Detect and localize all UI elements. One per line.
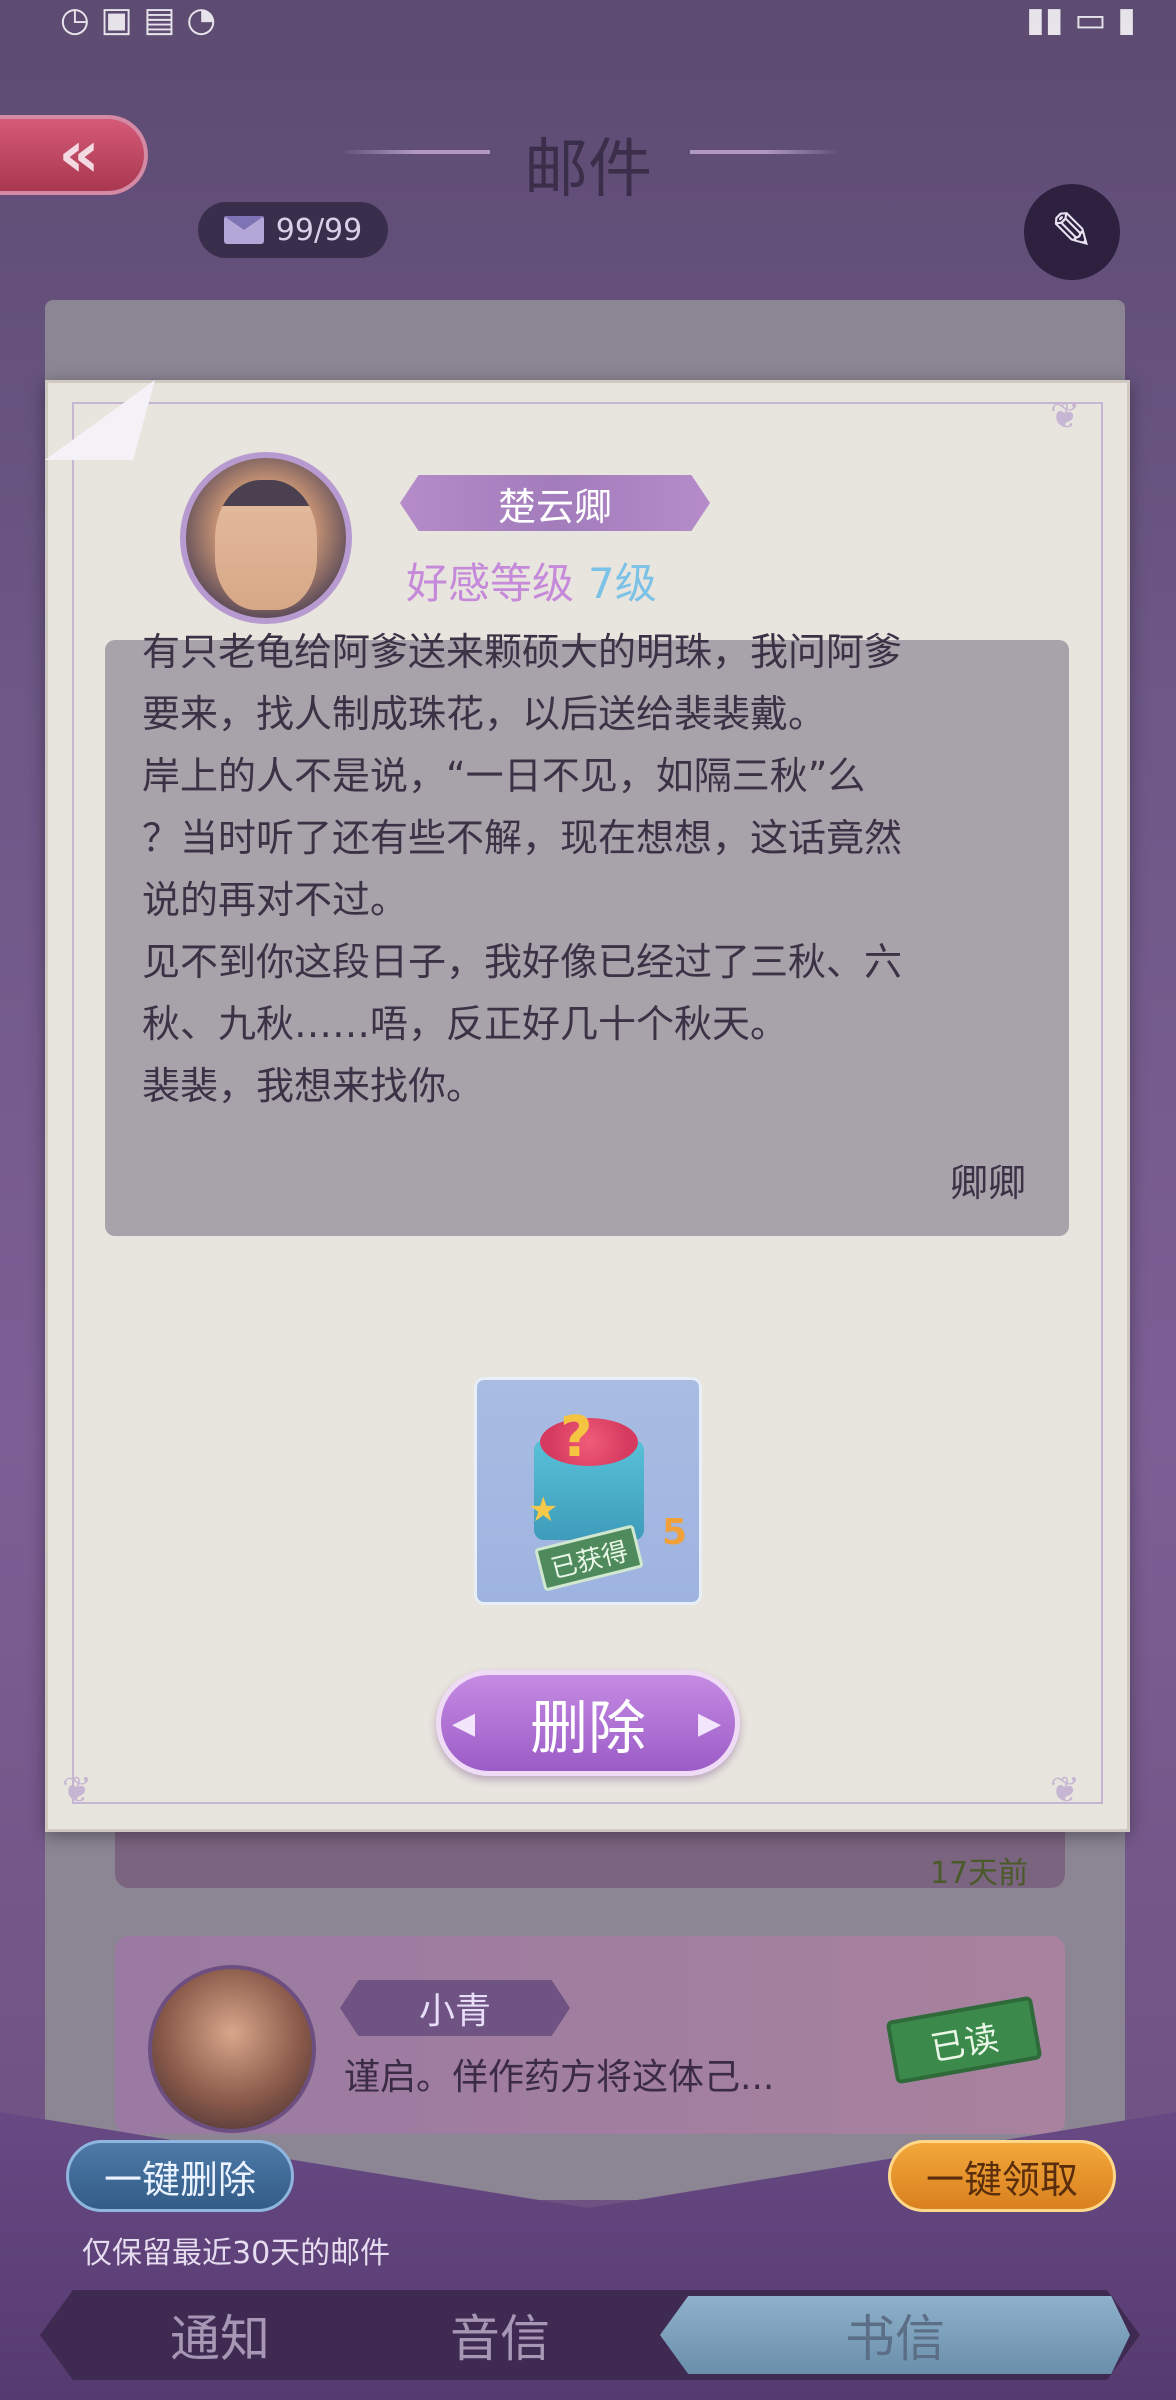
corner-swirl-icon: ❦ [1050, 396, 1081, 437]
corner-swirl-icon: ❦ [1050, 1770, 1081, 1811]
affinity-value: 7级 [588, 559, 657, 608]
sender-avatar [148, 1965, 316, 2133]
mail-count-text: 99/99 [275, 212, 363, 248]
letter-line: 岸上的人不是说，“一日不见，如隔三秋”么 [142, 754, 866, 798]
page-title: 邮件 [524, 133, 652, 207]
letter-line: 裴裴，我想来找你。 [142, 1064, 485, 1108]
letter-body: 有只老龟给阿爹送来颗硕大的明珠，我问阿爹 要来，找人制成珠花，以后送给裴裴戴。 … [142, 630, 1042, 1117]
compose-button[interactable]: ✎ [1024, 184, 1120, 280]
tab-voice[interactable]: 音信 [370, 2296, 630, 2374]
letter-line: 秋、九秋……唔，反正好几十个秋天。 [142, 1002, 789, 1046]
tab-notice[interactable]: 通知 [90, 2296, 350, 2374]
letter-line: 有只老龟给阿爹送来颗硕大的明珠，我问阿爹 [142, 630, 903, 674]
letter-line: 要来，找人制成珠花，以后送给裴裴戴。 [142, 692, 827, 736]
delete-all-button[interactable]: 一键删除 [66, 2140, 294, 2212]
claim-all-button[interactable]: 一键领取 [888, 2140, 1116, 2212]
envelope-icon [223, 216, 264, 244]
arrow-left-icon: ◀ [452, 1706, 476, 1741]
status-bar: ◷ ▣ ▤ ◔ ▮▮ ▭ ▮ [0, 0, 1176, 40]
avatar-face [215, 480, 317, 610]
corner-swirl-icon: ❦ [62, 1770, 93, 1811]
status-right-icons: ▮▮ ▭ ▮ [1026, 0, 1136, 40]
star-icon: ★ [528, 1490, 559, 1530]
status-left-icons: ◷ ▣ ▤ ◔ [60, 0, 217, 40]
mail-count-badge: 99/99 [198, 202, 388, 258]
letter-signature: 卿卿 [950, 1161, 1027, 1205]
letter-line: 见不到你这段日子，我好像已经过了三秋、六 [142, 940, 903, 984]
tab-letter[interactable]: 书信 [660, 2296, 1130, 2374]
retention-note: 仅保留最近30天的邮件 [82, 2236, 391, 2271]
arrow-right-icon: ▶ [698, 1706, 722, 1741]
sender-name-plate: 楚云卿 [400, 475, 710, 531]
affinity-level: 好感等级 7级 [406, 550, 657, 611]
letter-line: ？当时听了还有些不解，现在想想，这话竟然 [142, 816, 903, 860]
letter-line: 说的再对不过。 [142, 878, 409, 922]
reward-count: 5 [662, 1512, 688, 1553]
sender-name-plate: 小青 [340, 1980, 570, 2036]
mail-preview: 谨启。佯作药方将这体己... [344, 2057, 775, 2098]
pencil-icon: ✎ [1050, 202, 1094, 262]
affinity-label: 好感等级 [406, 559, 575, 608]
question-mark-icon: ? [560, 1405, 593, 1470]
delete-button[interactable]: 删除 [436, 1670, 740, 1776]
mail-time: 17天前 [930, 1856, 1029, 1891]
